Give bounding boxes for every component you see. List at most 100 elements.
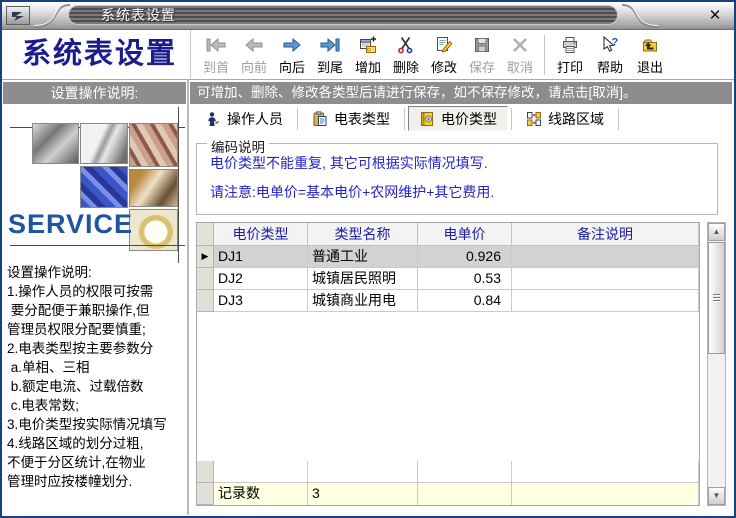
tab-bar: 操作人员 电表类型 电价类型 线路区域 bbox=[189, 104, 734, 133]
current-row-marker: ▶ bbox=[197, 246, 214, 268]
sidebar-instructions: 设置操作说明: 1.操作人员的权限可按需 要分配便于兼职操作,但 管理员权限分配… bbox=[2, 257, 187, 515]
logo-z-icon bbox=[11, 10, 25, 22]
scrollbar-grip bbox=[713, 294, 720, 303]
column-header-code: 电价类型 bbox=[214, 223, 308, 246]
scroll-up-button[interactable]: ▲ bbox=[708, 223, 725, 241]
empty-cell bbox=[214, 461, 308, 483]
arrow-first-icon bbox=[206, 35, 226, 55]
groupbox-note-1: 电价类型不能重复, 其它可根据实际情况填写. bbox=[197, 153, 717, 173]
cancel-x-icon bbox=[511, 35, 529, 55]
empty-cell bbox=[418, 461, 512, 483]
cell-price[interactable]: 0.53 bbox=[418, 268, 512, 290]
titlebar-curve-left bbox=[32, 2, 72, 30]
tab-separator bbox=[618, 108, 619, 130]
add-icon bbox=[359, 35, 377, 55]
empty-cell bbox=[512, 483, 699, 505]
scissors-icon bbox=[397, 35, 415, 55]
grid-header-row: 电价类型 类型名称 电单价 备注说明 bbox=[197, 223, 699, 246]
table-row[interactable]: ▶ DJ1 普通工业 0.926 bbox=[197, 246, 699, 268]
toolbar-button-label: 取消 bbox=[507, 57, 533, 76]
summary-row: 记录数 3 bbox=[197, 483, 699, 505]
scrollbar-thumb[interactable] bbox=[708, 242, 725, 354]
toolbar-button-edit[interactable]: 修改 bbox=[425, 31, 463, 78]
toolbar-button-print[interactable]: 打印 bbox=[550, 31, 590, 78]
tab-label: 线路区域 bbox=[548, 109, 604, 129]
arrow-next-icon bbox=[282, 35, 302, 55]
toolbar-button-next[interactable]: 向后 bbox=[273, 31, 311, 78]
arrow-last-icon bbox=[320, 35, 340, 55]
cell-price[interactable]: 0.926 bbox=[418, 246, 512, 268]
encoding-groupbox: 编码说明 电价类型不能重复, 其它可根据实际情况填写. 请注意:电单价=基本电价… bbox=[196, 143, 718, 215]
close-button[interactable]: ✕ bbox=[705, 6, 725, 26]
service-wordmark: SERVICE bbox=[8, 209, 133, 240]
app-icon[interactable] bbox=[6, 6, 30, 25]
tab-price-types[interactable]: 电价类型 bbox=[408, 106, 508, 131]
cell-note[interactable] bbox=[512, 290, 699, 312]
clipboard-icon bbox=[312, 111, 328, 127]
price-type-grid: 电价类型 类型名称 电单价 备注说明 ▶ DJ1 普通工业 0.926 bbox=[196, 222, 700, 506]
toolbar-button-label: 到首 bbox=[203, 57, 229, 76]
photo-keyboard bbox=[80, 166, 128, 208]
regions-icon bbox=[526, 111, 542, 127]
toolbar-button-prev: 向前 bbox=[235, 31, 273, 78]
toolbar-button-add[interactable]: 增加 bbox=[349, 31, 387, 78]
app-window: 系统表设置 ✕ 系统表设置 到首 向前 bbox=[0, 0, 736, 518]
cell-code[interactable]: DJ3 bbox=[214, 290, 308, 312]
sidebar: 设置操作说明: SERVICE 设置操作说明: 1.操作人员的权限可按需 要分配… bbox=[2, 80, 189, 515]
title-bar: 系统表设置 ✕ bbox=[2, 2, 734, 30]
printer-icon bbox=[561, 35, 579, 55]
decor-hline-2 bbox=[10, 245, 185, 246]
photo-clips bbox=[129, 123, 178, 167]
content: 设置操作说明: SERVICE 设置操作说明: 1.操作人员的权限可按需 要分配… bbox=[2, 80, 734, 515]
photo-cloth bbox=[129, 169, 178, 207]
toolbar-button-label: 保存 bbox=[469, 57, 495, 76]
cell-name[interactable]: 城镇居民照明 bbox=[308, 268, 418, 290]
toolbar-button-label: 到尾 bbox=[317, 57, 343, 76]
toolbar-separator bbox=[544, 35, 545, 75]
tab-label: 电表类型 bbox=[334, 109, 390, 129]
tab-label: 操作人员 bbox=[227, 109, 283, 129]
groupbox-note-2: 请注意:电单价=基本电价+农网维护+其它费用. bbox=[197, 182, 717, 202]
header: 系统表设置 到首 向前 向后 bbox=[2, 30, 734, 80]
titlebar-curve-right bbox=[620, 2, 660, 30]
tab-label: 电价类型 bbox=[441, 109, 497, 129]
row-selector bbox=[197, 290, 214, 312]
row-selector bbox=[197, 268, 214, 290]
person-icon bbox=[205, 111, 221, 127]
cell-name[interactable]: 城镇商业用电 bbox=[308, 290, 418, 312]
empty-cell bbox=[512, 461, 699, 483]
sidebar-collage: SERVICE bbox=[2, 105, 187, 257]
tab-line-regions[interactable]: 线路区域 bbox=[515, 106, 615, 131]
row-selector bbox=[197, 461, 214, 483]
toolbar-button-exit[interactable]: 退出 bbox=[630, 31, 670, 78]
table-row[interactable]: DJ2 城镇居民照明 0.53 bbox=[197, 268, 699, 290]
cell-note[interactable] bbox=[512, 246, 699, 268]
toolbar-button-label: 打印 bbox=[557, 57, 583, 76]
vertical-scrollbar[interactable]: ▲ ▼ bbox=[707, 222, 726, 506]
toolbar-button-label: 修改 bbox=[431, 57, 457, 76]
toolbar-button-cancel: 取消 bbox=[501, 31, 539, 78]
save-floppy-icon bbox=[473, 35, 491, 55]
tab-meter-types[interactable]: 电表类型 bbox=[301, 106, 401, 131]
scroll-down-button[interactable]: ▼ bbox=[708, 487, 725, 505]
toolbar-button-first: 到首 bbox=[197, 31, 235, 78]
tab-separator bbox=[404, 108, 405, 130]
grid-header-selector bbox=[197, 223, 214, 246]
toolbar-button-last[interactable]: 到尾 bbox=[311, 31, 349, 78]
toolbar-button-label: 帮助 bbox=[597, 57, 623, 76]
tab-operators[interactable]: 操作人员 bbox=[194, 106, 294, 131]
table-row[interactable]: DJ3 城镇商业用电 0.84 bbox=[197, 290, 699, 312]
cell-name[interactable]: 普通工业 bbox=[308, 246, 418, 268]
price-book-icon bbox=[419, 111, 435, 127]
row-selector bbox=[197, 483, 214, 505]
column-header-note: 备注说明 bbox=[512, 223, 699, 246]
window-title: 系统表设置 bbox=[68, 5, 618, 25]
exit-folder-icon bbox=[641, 35, 659, 55]
toolbar-button-help[interactable]: ? 帮助 bbox=[590, 31, 630, 78]
cell-code[interactable]: DJ2 bbox=[214, 268, 308, 290]
cell-price[interactable]: 0.84 bbox=[418, 290, 512, 312]
cell-note[interactable] bbox=[512, 268, 699, 290]
toolbar-button-delete[interactable]: 删除 bbox=[387, 31, 425, 78]
price-type-grid-area: 电价类型 类型名称 电单价 备注说明 ▶ DJ1 普通工业 0.926 bbox=[196, 222, 734, 506]
cell-code[interactable]: DJ1 bbox=[214, 246, 308, 268]
